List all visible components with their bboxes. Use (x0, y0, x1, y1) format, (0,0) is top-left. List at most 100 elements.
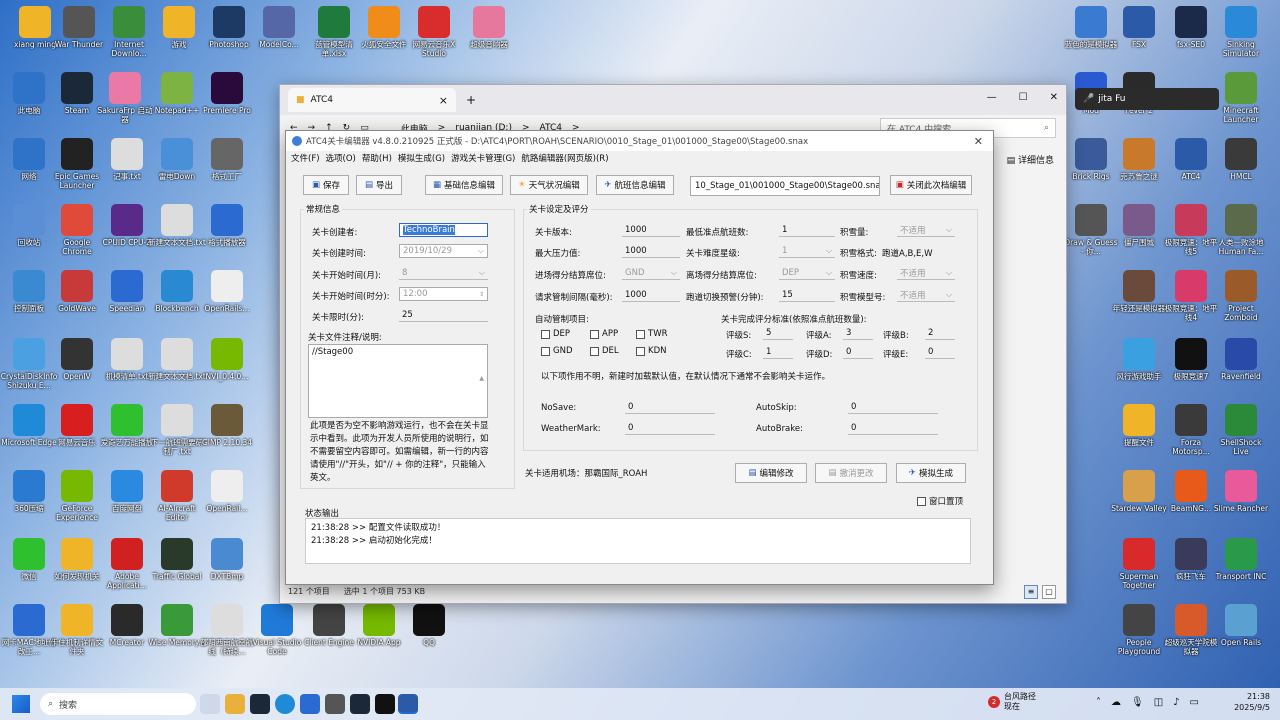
spinner-icon[interactable]: ⇕ (479, 291, 484, 298)
microphone-icon[interactable]: 🎙 (1131, 697, 1144, 708)
close-file-button[interactable]: ▣ 关闭此次档编辑 (890, 175, 972, 195)
grade-e-input[interactable]: 0 (925, 345, 955, 359)
desktop-icon[interactable]: OpenRail... (198, 470, 256, 513)
interval-input[interactable]: 1000 (622, 288, 680, 302)
checkbox-twr[interactable]: TWR (636, 329, 668, 339)
simulate-button[interactable]: ✈ 模拟生成 (896, 463, 966, 483)
desktop-icon[interactable]: OpenRails... (198, 270, 256, 313)
atc4-icon[interactable] (398, 694, 418, 714)
desktop-icon[interactable]: NVI_0.4.0... (198, 338, 256, 381)
desktop-icon[interactable]: DXTBmp (198, 538, 256, 581)
app-icon[interactable] (325, 694, 345, 714)
desktop-icon[interactable]: 风行游戏助手 (1110, 338, 1168, 381)
details-button[interactable]: ▤ 详细信息 (1007, 153, 1054, 166)
task-view-icon[interactable] (200, 694, 220, 714)
notes-textarea[interactable]: //Stage00 ▲ (308, 344, 488, 418)
start-time-spinner[interactable]: 12:00 ⇕ (399, 287, 488, 301)
menu-help[interactable]: 帮助(H) (362, 152, 392, 164)
steam-icon[interactable] (350, 694, 370, 714)
desktop-icon[interactable]: FSX (1110, 6, 1168, 49)
new-tab-icon[interactable]: + (466, 93, 476, 107)
checkbox-box[interactable] (590, 346, 599, 356)
minimize-icon[interactable]: — (987, 92, 997, 103)
autoskip-input[interactable]: 0 (848, 400, 938, 414)
checkbox-box[interactable] (636, 329, 645, 339)
menu-file[interactable]: 文件(F) (291, 152, 320, 164)
exit-seat-select[interactable]: DEP (779, 266, 835, 280)
network-icon[interactable]: ◫ (1154, 697, 1163, 708)
desktop-icon[interactable]: Slime Rancher (1212, 470, 1270, 513)
maximize-icon[interactable]: ☐ (1019, 92, 1028, 103)
checkbox-gnd[interactable]: GND (541, 346, 573, 356)
creator-input[interactable]: TechnoBrain (399, 223, 488, 237)
battery-icon[interactable]: ▭ (1190, 697, 1199, 708)
desktop-icon[interactable]: ModelCo... (250, 6, 308, 49)
edit-button[interactable]: ▤ 编辑修改 (735, 463, 807, 483)
menu-simulate[interactable]: 模拟生成(G) (398, 152, 445, 164)
desktop-icon[interactable]: Minecraft Launcher (1212, 72, 1270, 124)
start-icon[interactable] (12, 695, 30, 713)
clock[interactable]: 21:38 2025/9/5 (1234, 691, 1270, 713)
checkbox-box[interactable] (917, 496, 926, 506)
weather-button[interactable]: ☀ 天气状况编辑 (510, 175, 588, 195)
export-button[interactable]: ▤ 导出 (356, 175, 402, 195)
desktop-icon[interactable]: 年轻还是模拟器 (1110, 270, 1168, 313)
close-icon[interactable]: ✕ (974, 135, 983, 148)
pressure-input[interactable]: 1000 (622, 244, 680, 258)
scrollbar[interactable]: ▲ (479, 347, 484, 411)
explorer-tab[interactable]: ■ ATC4 × (288, 88, 456, 112)
checkbox-dep[interactable]: DEP (541, 329, 570, 339)
desktop-icon[interactable]: Visual Studio Code (248, 604, 306, 656)
qq-icon[interactable] (375, 694, 395, 714)
desktop-icon[interactable]: QQ (400, 604, 458, 647)
cloud-icon[interactable]: ☁ (1111, 697, 1121, 708)
desktop-icon[interactable]: 僵尸围城 (1110, 204, 1168, 247)
menu-route-editor[interactable]: 航路编辑器(网页版)(R) (521, 152, 608, 164)
snow-select[interactable]: 不适用 (897, 223, 955, 237)
cancel-changes-button[interactable]: ▤ 撤消更改 (815, 463, 887, 483)
checkbox-box[interactable] (590, 329, 599, 339)
close-tab-icon[interactable]: × (439, 94, 448, 107)
weathermark-input[interactable]: 0 (625, 421, 715, 435)
desktop-icon[interactable]: Project Zomboid (1212, 270, 1270, 322)
file-path-field[interactable]: 10_Stage_01\001000_Stage00\Stage00.snax (690, 176, 880, 196)
desktop-icon[interactable]: People Playground (1110, 604, 1168, 656)
steam-icon[interactable] (250, 694, 270, 714)
menu-stage-manage[interactable]: 游戏关卡管理(G) (451, 152, 515, 164)
desktop-icon[interactable]: 提醒文件 (1110, 404, 1168, 447)
grade-d-input[interactable]: 0 (843, 345, 873, 359)
desktop-icon[interactable]: Premiere Pro (198, 72, 256, 115)
grade-c-input[interactable]: 1 (763, 345, 793, 359)
limit-input[interactable]: 25 (399, 308, 488, 322)
list-view-icon[interactable]: ≡ (1024, 585, 1038, 599)
close-icon[interactable]: ✕ (1050, 92, 1058, 103)
stars-select[interactable]: 1 (779, 244, 835, 258)
menu-options[interactable]: 选项(O) (326, 152, 356, 164)
created-date-picker[interactable]: 2019/10/29 (399, 244, 488, 258)
checkbox-del[interactable]: DEL (590, 346, 619, 356)
desktop-icon[interactable]: 网易云音乐X Studio (405, 6, 463, 58)
min-flights-input[interactable]: 1 (779, 223, 835, 237)
checkbox-app[interactable]: APP (590, 329, 618, 339)
desktop-icon[interactable]: ShellShock Live (1212, 404, 1270, 456)
desktop-icon[interactable]: Stardew Valley (1110, 470, 1168, 513)
desktop-icon[interactable]: Open Rails (1212, 604, 1270, 647)
version-input[interactable]: 1000 (622, 223, 680, 237)
desktop-icon[interactable]: Transport INC (1212, 538, 1270, 581)
weather-widget[interactable]: 2 台风路径 现在 (988, 692, 1036, 712)
desktop-icon[interactable]: 超级音响器 (460, 6, 518, 49)
taskbar-search[interactable]: ⌕ 搜索 (40, 693, 196, 715)
desktop-icon[interactable]: 人类一败涂地 Human Fa... (1212, 204, 1270, 256)
desktop-icon[interactable]: 格式播放器 (198, 204, 256, 247)
checkbox-box[interactable] (541, 346, 550, 356)
flight-info-button[interactable]: ✈ 航班信息编辑 (596, 175, 674, 195)
snow-speed-select[interactable]: 不适用 (897, 266, 955, 280)
desktop-icon[interactable]: Ravenfield (1212, 338, 1270, 381)
nosave-input[interactable]: 0 (625, 400, 715, 414)
file-explorer-icon[interactable] (225, 694, 245, 714)
grade-a-input[interactable]: 3 (843, 326, 873, 340)
desktop-icon[interactable]: GIMP 2.10.34 (198, 404, 256, 447)
edge-icon[interactable] (275, 694, 295, 714)
desktop-icon[interactable]: Sinking Simulator (1212, 6, 1270, 58)
switch-input[interactable]: 15 (779, 288, 835, 302)
